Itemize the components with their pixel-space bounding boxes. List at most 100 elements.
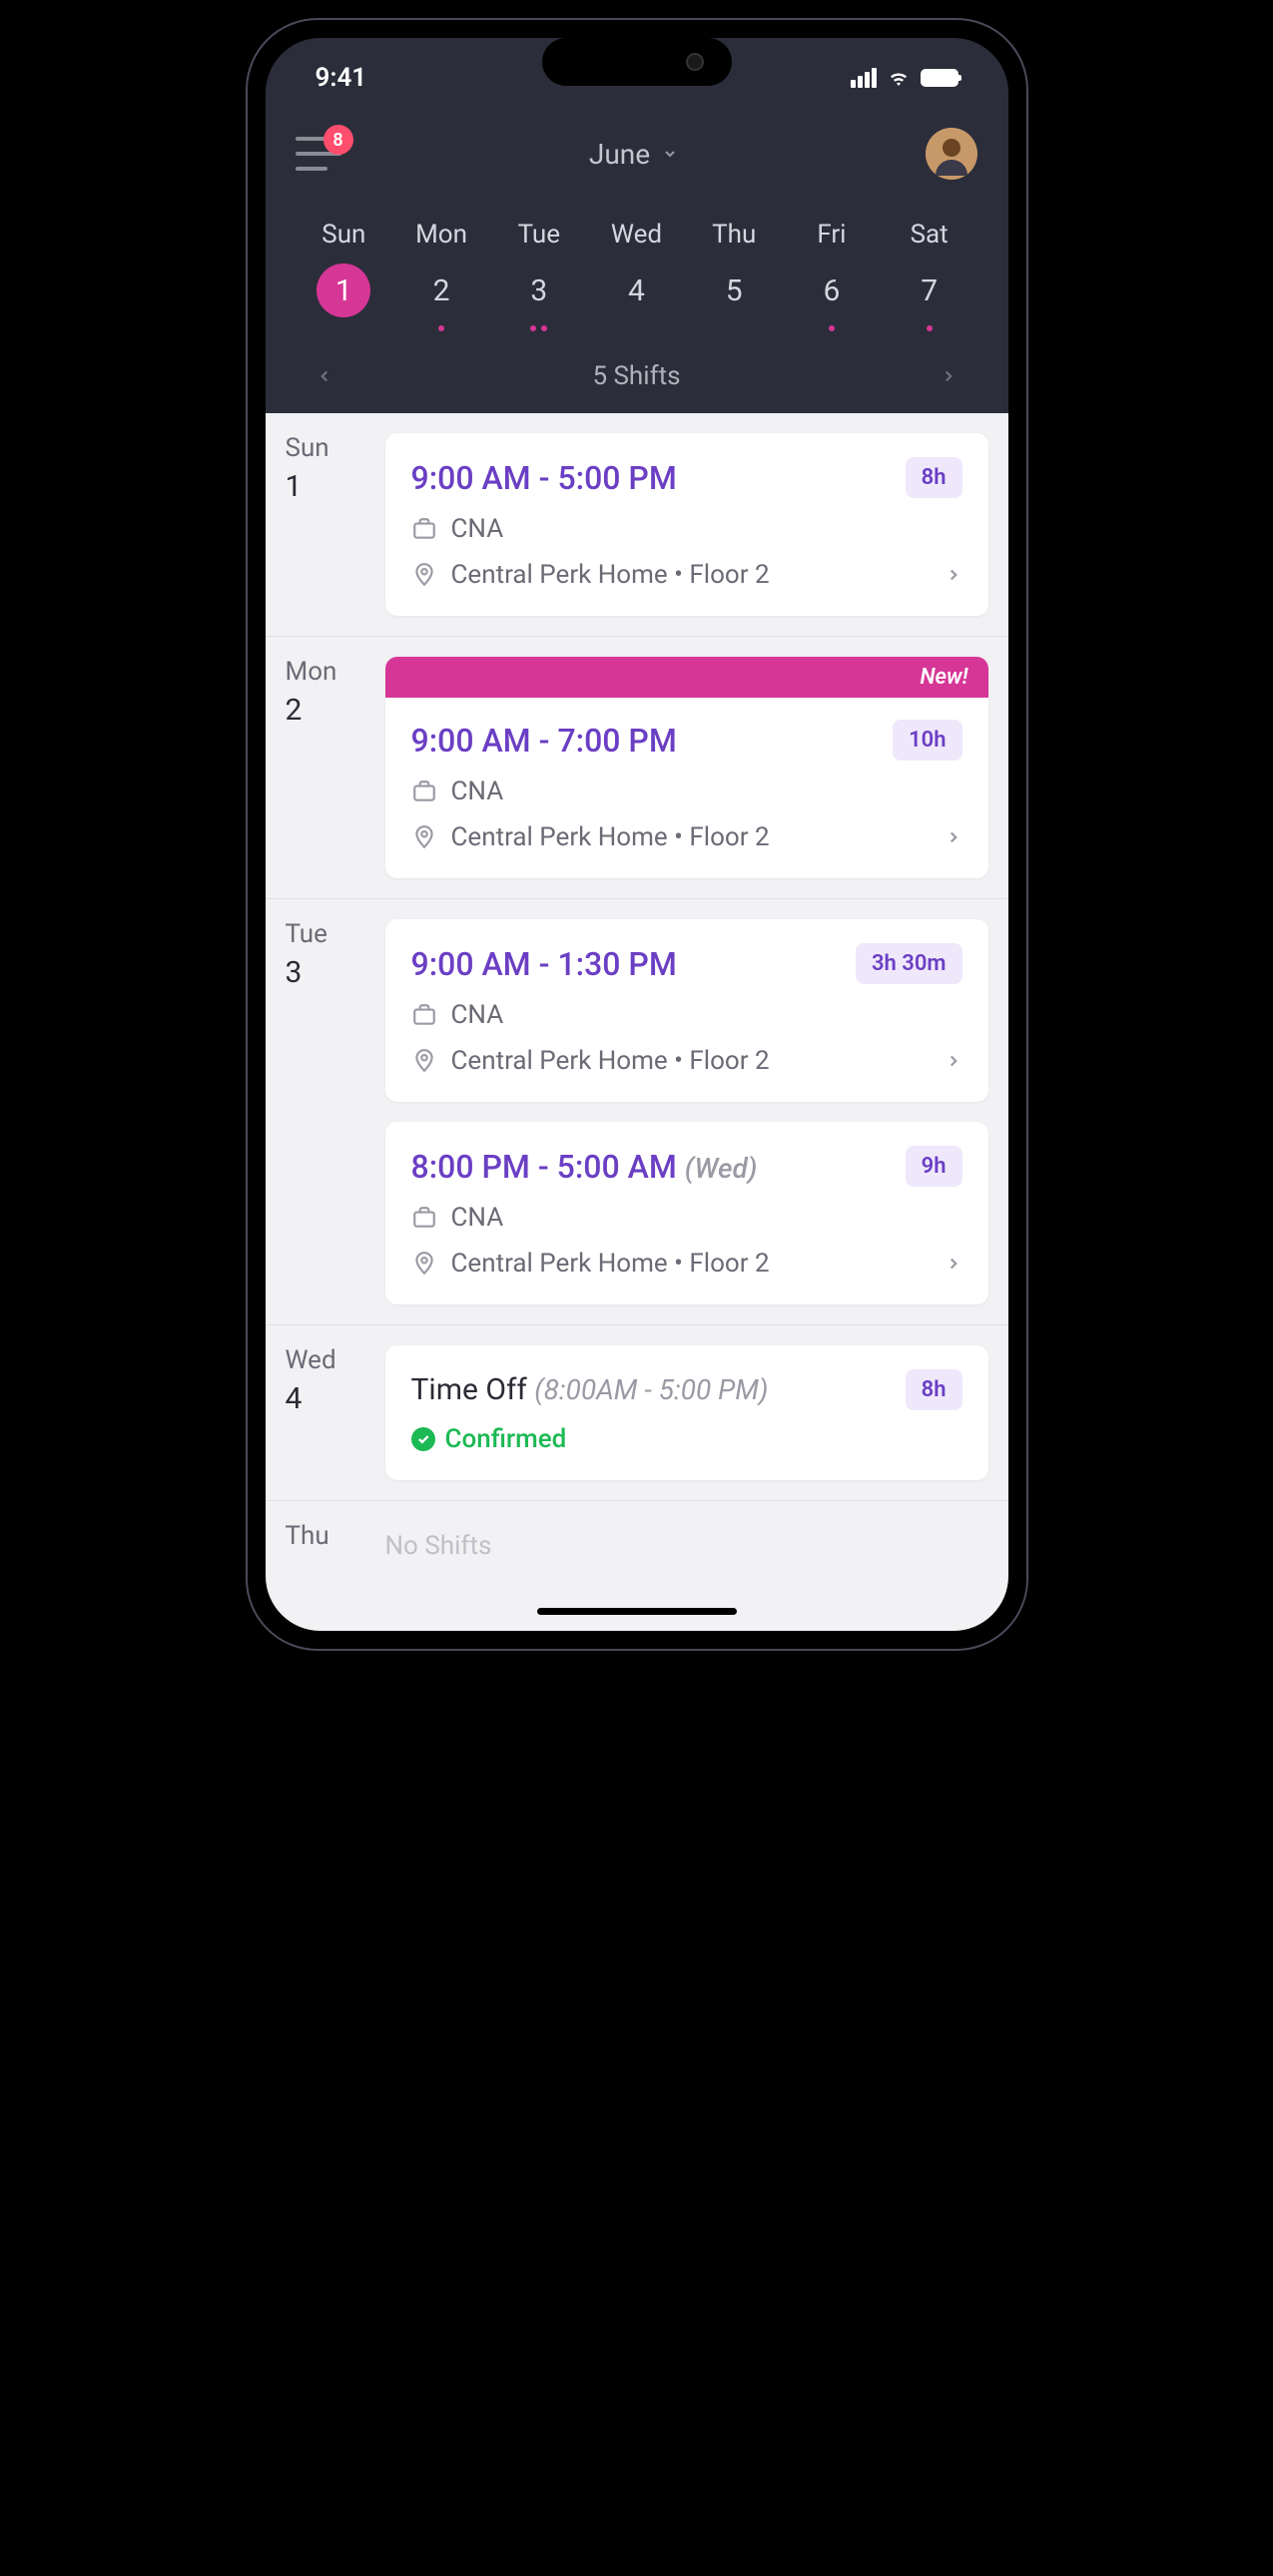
day-section-name: Thu [286, 1521, 365, 1551]
day-section-label: Thu [286, 1521, 365, 1571]
status-label: Confirmed [445, 1424, 567, 1454]
phone-frame: 9:41 8 June Sun 1 Mon 2 [248, 20, 1026, 1649]
check-icon [411, 1427, 435, 1451]
day-section: Sun19:00 AM - 5:00 PM8hCNACentral Perk H… [266, 413, 1008, 636]
duration-pill: 10h [893, 720, 961, 761]
day-column[interactable]: Tue 3 [490, 220, 588, 333]
day-dots [927, 325, 933, 333]
chevron-down-icon [662, 146, 678, 162]
day-dots [438, 325, 444, 333]
location-icon [411, 1048, 437, 1074]
day-section-label: Tue3 [286, 919, 365, 1304]
day-number: 3 [512, 263, 566, 317]
cards-container: Time Off (8:00AM - 5:00 PM) 8h Confirmed [385, 1345, 988, 1480]
role-row: CNA [411, 514, 962, 544]
day-section: Thu No Shifts [266, 1500, 1008, 1591]
cards-container: 9:00 AM - 5:00 PM 8h CNA Central Perk Home … [385, 433, 988, 616]
day-column[interactable]: Mon2 [392, 220, 490, 333]
shift-time: 9:00 AM - 7:00 PM [411, 722, 677, 760]
day-name: Thu [712, 220, 756, 250]
day-number: 1 [317, 263, 370, 317]
day-number: 5 [707, 263, 761, 317]
location-row: Central Perk Home • Floor 2 [411, 1249, 962, 1279]
shift-list[interactable]: Sun19:00 AM - 5:00 PM8hCNACentral Perk H… [266, 413, 1008, 1591]
shift-time: 9:00 AM - 5:00 PM [411, 459, 677, 497]
shift-card[interactable]: 8:00 PM - 5:00 AM (Wed)9hCNACentral Perk… [385, 1122, 988, 1304]
cards-container: No Shifts [385, 1521, 988, 1571]
phone-screen: 9:41 8 June Sun 1 Mon 2 [266, 38, 1008, 1631]
shift-card[interactable]: 9:00 AM - 1:30 PM3h 30mCNACentral Perk H… [385, 919, 988, 1102]
app-header: 8 June Sun 1 Mon2 Tue 3 Wed4 Thu 5 Fri 6 Sat 7 5 Sh… [266, 108, 1008, 413]
chevron-right-icon [945, 566, 962, 584]
day-section-num: 4 [286, 1381, 365, 1416]
status-row: Confirmed [411, 1424, 962, 1454]
briefcase-icon [411, 516, 437, 542]
status-time: 9:41 [316, 63, 367, 93]
day-section: Mon 2 New! 9:00 AM - 7:00 PM 10h CNA Central P… [266, 636, 1008, 898]
day-column[interactable]: Wed4 [588, 220, 686, 333]
role-label: CNA [451, 776, 504, 806]
menu-button[interactable]: 8 [296, 137, 341, 171]
day-name: Mon [415, 220, 467, 250]
day-column[interactable]: Thu 5 [685, 220, 783, 333]
briefcase-icon [411, 778, 437, 804]
day-name: Tue [518, 220, 560, 250]
day-section-label: Mon 2 [286, 657, 365, 878]
day-section: Tue3 9:00 AM - 1:30 PM3h 30mCNACentral Pe… [266, 898, 1008, 1324]
avatar[interactable] [926, 128, 977, 180]
home-indicator [266, 1591, 1008, 1631]
prev-week-button[interactable] [316, 367, 333, 385]
shift-card[interactable]: 9:00 AM - 5:00 PM 8h CNA Central Perk Home … [385, 433, 988, 616]
day-column[interactable]: Sun 1 [296, 220, 393, 333]
briefcase-icon [411, 1205, 437, 1231]
day-section-name: Mon [286, 657, 365, 687]
timeoff-title: Time Off (8:00AM - 5:00 PM) [411, 1372, 769, 1407]
role-label: CNA [451, 514, 504, 544]
location-row: Central Perk Home • Floor 2 [411, 822, 962, 852]
location-row: Central Perk Home • Floor 2 [411, 560, 962, 590]
signal-icon [851, 68, 877, 88]
day-name: Fri [817, 220, 846, 250]
next-week-button[interactable] [940, 367, 957, 385]
wifi-icon [887, 66, 911, 90]
duration-pill: 8h [906, 457, 962, 498]
no-shifts-label: No Shifts [385, 1521, 988, 1571]
duration-pill: 8h [906, 1369, 962, 1410]
day-number: 6 [805, 263, 859, 317]
day-number: 7 [903, 263, 956, 317]
shift-card[interactable]: New! 9:00 AM - 7:00 PM 10h CNA Central Perk … [385, 657, 988, 878]
location-label: Central Perk Home • Floor 2 [451, 822, 770, 852]
day-column[interactable]: Sat 7 [881, 220, 978, 333]
day-section-label: Wed 4 [286, 1345, 365, 1480]
day-column[interactable]: Fri 6 [783, 220, 881, 333]
briefcase-icon [411, 1002, 437, 1028]
notifications-badge: 8 [323, 125, 353, 155]
chevron-right-icon [945, 1052, 962, 1070]
location-label: Central Perk Home • Floor 2 [451, 560, 770, 590]
day-section-num: 2 [286, 693, 365, 728]
day-section: Wed 4 Time Off (8:00AM - 5:00 PM) 8h Confirm… [266, 1324, 1008, 1500]
location-label: Central Perk Home • Floor 2 [451, 1046, 770, 1076]
week-row: Sun 1 Mon2 Tue 3 Wed4 Thu 5 Fri 6 Sat 7 [286, 200, 988, 343]
day-name: Sun [321, 220, 365, 250]
month-label: June [589, 138, 650, 171]
day-section-name: Tue [286, 919, 365, 949]
timeoff-card[interactable]: Time Off (8:00AM - 5:00 PM) 8h Confirmed [385, 1345, 988, 1480]
location-icon [411, 562, 437, 588]
new-ribbon: New! [385, 657, 988, 698]
day-name: Wed [611, 220, 662, 250]
location-icon [411, 1251, 437, 1277]
location-label: Central Perk Home • Floor 2 [451, 1249, 770, 1279]
day-dots [829, 325, 835, 333]
shifts-summary-bar: 5 Shifts [286, 343, 988, 413]
month-picker[interactable]: June [589, 138, 678, 171]
duration-pill: 3h 30m [856, 943, 962, 984]
day-dots [530, 325, 547, 333]
status-icons [851, 66, 958, 90]
cards-container: 9:00 AM - 1:30 PM3h 30mCNACentral Perk H… [385, 919, 988, 1304]
battery-icon [921, 69, 958, 87]
chevron-right-icon [945, 828, 962, 846]
day-section-name: Wed [286, 1345, 365, 1375]
device-notch [542, 38, 732, 86]
day-name: Sat [911, 220, 949, 250]
